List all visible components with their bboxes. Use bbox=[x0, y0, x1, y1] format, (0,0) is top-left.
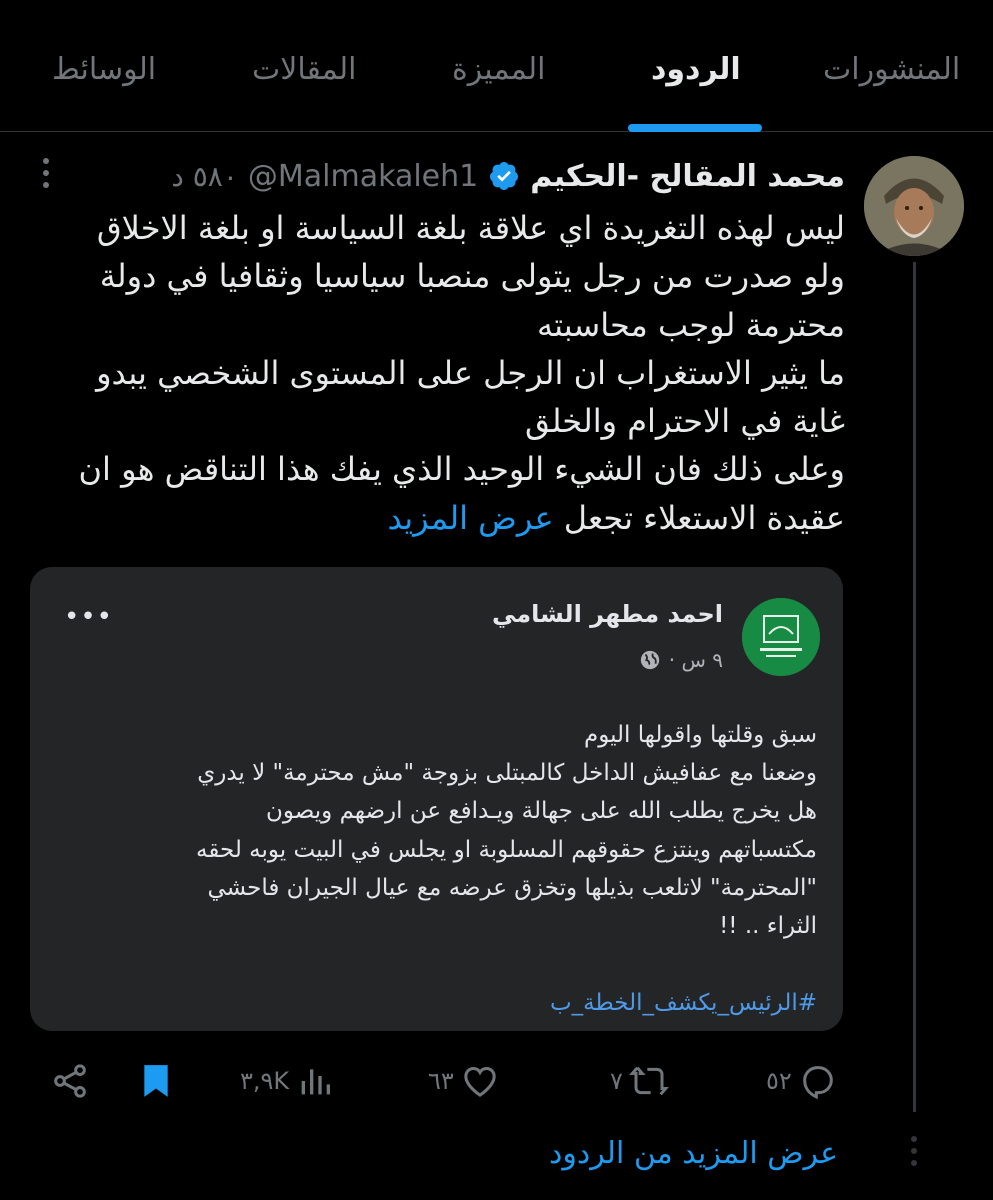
views-button[interactable]: ٣,٩K bbox=[240, 1058, 335, 1104]
retweet-button[interactable]: ٧ bbox=[610, 1058, 669, 1104]
embedded-text-line: "المحترمة" لاتلعب بذيلها وتخزق عرضه مع ع… bbox=[207, 874, 817, 901]
embedded-text-line: سبق وقلتها واقولها اليوم bbox=[583, 722, 817, 748]
profile-tabs: المنشورات الردود المميزة المقالات الوسائ… bbox=[0, 0, 993, 132]
avatar[interactable] bbox=[864, 156, 964, 256]
share-button[interactable] bbox=[50, 1058, 90, 1104]
views-chart-icon bbox=[301, 1069, 331, 1095]
share-icon bbox=[54, 1064, 86, 1098]
show-more-replies-link[interactable]: عرض المزيد من الردود bbox=[549, 1136, 838, 1171]
tab-media[interactable]: الوسائط bbox=[52, 52, 156, 87]
reply-count: ٥٢ bbox=[766, 1067, 792, 1095]
embedded-text-line: وضعنا مع عفافيش الداخل كالمبتلى بزوجة "م… bbox=[197, 760, 817, 787]
tweet-text-line: غاية في الاحترام والخلق bbox=[525, 402, 845, 441]
author-handle[interactable]: @Malmakaleh1 bbox=[248, 159, 478, 194]
like-count: ٦٣ bbox=[428, 1067, 454, 1095]
author-name[interactable]: محمد المقالح -الحكيم bbox=[530, 159, 845, 194]
tab-highlights[interactable]: المميزة bbox=[452, 52, 546, 87]
embedded-text-line: الثراء .. !! bbox=[719, 913, 817, 940]
reply-icon bbox=[802, 1066, 833, 1100]
tab-replies[interactable]: الردود bbox=[651, 52, 741, 87]
tweet-text-line: ما يثير الاستغراب ان الرجل على المستوى ا… bbox=[96, 353, 845, 392]
thread-line bbox=[913, 262, 916, 1112]
thread-continuation-dots bbox=[911, 1136, 918, 1172]
heart-icon bbox=[464, 1066, 496, 1097]
active-tab-indicator bbox=[628, 124, 762, 132]
embedded-text-line: مكتسباتهم وينتزع حقوقهم المسلوبة او يجلس… bbox=[196, 836, 817, 863]
tweet-text-line: وعلى ذلك فان الشيء الوحيد الذي يفك هذا ا… bbox=[78, 450, 845, 489]
tab-articles[interactable]: المقالات bbox=[252, 52, 357, 87]
embedded-post-text: سبق وقلتها واقولها اليوم وضعنا مع عفافيش… bbox=[37, 716, 817, 945]
embedded-post-meta: ٩ س · bbox=[639, 648, 723, 672]
tweet-text-last: عقيدة الاستعلاء تجعل bbox=[563, 498, 845, 537]
views-count: ٣,٩K bbox=[240, 1067, 290, 1095]
retweet-icon bbox=[628, 1066, 669, 1096]
globe-icon bbox=[640, 650, 659, 670]
bookmark-icon bbox=[144, 1065, 168, 1097]
tweet-text-line: ليس لهذه التغريدة اي علاقة بلغة السياسة … bbox=[96, 209, 845, 247]
tweet-time[interactable]: ٥٨٠ د bbox=[171, 160, 238, 193]
tweet-text-line: ولو صدرت من رجل يتولى منصبا سياسيا وثقاف… bbox=[99, 257, 845, 296]
more-options-icon[interactable] bbox=[40, 158, 52, 194]
reply-button[interactable]: ٥٢ bbox=[766, 1058, 838, 1104]
embedded-more-icon: ••• bbox=[64, 602, 114, 632]
like-button[interactable]: ٦٣ bbox=[428, 1058, 500, 1104]
tweet-text-line: محترمة لوجب محاسبته bbox=[536, 305, 845, 344]
retweet-count: ٧ bbox=[610, 1067, 623, 1095]
bookmark-button[interactable] bbox=[136, 1058, 176, 1104]
tweet-header: محمد المقالح -الحكيم @Malmakaleh1 ٥٨٠ د bbox=[171, 150, 845, 202]
embedded-author-name: احمد مطهر الشامي bbox=[491, 600, 723, 628]
show-more-link[interactable]: عرض المزيد bbox=[387, 499, 553, 537]
tweet-text: ليس لهذه التغريدة اي علاقة بلغة السياسة … bbox=[45, 204, 845, 542]
tweet-action-bar: ٥٢ ٧ ٦٣ ٣,٩K bbox=[0, 1058, 993, 1104]
verified-badge-icon bbox=[490, 162, 519, 190]
embedded-hashtag: #الرئيس_يكشف_الخطة_ب bbox=[549, 990, 817, 1016]
tab-posts[interactable]: المنشورات bbox=[823, 52, 960, 87]
embedded-author-avatar bbox=[742, 598, 820, 676]
embedded-post-time: ٩ س · bbox=[668, 648, 723, 672]
embedded-text-line: هل يخرج يطلب الله على جهالة ويـدافع عن ا… bbox=[266, 798, 817, 825]
tweet-text-line: عقيدة الاستعلاء تجعل عرض المزيد bbox=[45, 494, 845, 542]
